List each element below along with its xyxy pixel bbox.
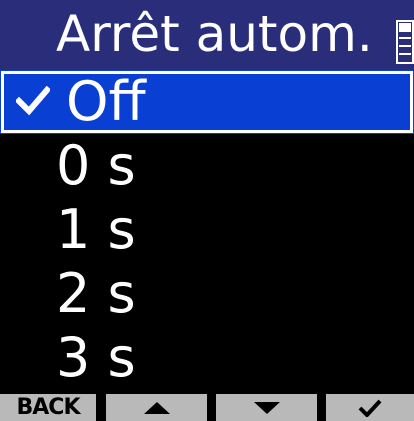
list-item-label: 2 s bbox=[56, 262, 136, 325]
list-item-label: Off bbox=[66, 70, 146, 133]
checkmark-icon bbox=[358, 399, 382, 417]
down-button[interactable] bbox=[216, 394, 317, 421]
up-button[interactable] bbox=[106, 394, 207, 421]
enter-button[interactable] bbox=[326, 394, 414, 421]
title-bar: Arrêt autom. bbox=[0, 0, 414, 70]
device-screen: Arrêt autom. Off 0 s 1 s 2 s 3 s BACK bbox=[0, 0, 414, 421]
list-item-1s[interactable]: 1 s bbox=[0, 198, 414, 262]
list-item-label: 1 s bbox=[56, 198, 136, 261]
list-item-0s[interactable]: 0 s bbox=[0, 134, 414, 198]
list-item-label: 3 s bbox=[56, 326, 136, 389]
scroll-indicator-icon bbox=[396, 20, 414, 64]
list-item-2s[interactable]: 2 s bbox=[0, 262, 414, 326]
page-title: Arrêt autom. bbox=[56, 5, 373, 63]
option-list: Off 0 s 1 s 2 s 3 s bbox=[0, 70, 414, 392]
list-item-off[interactable]: Off bbox=[0, 70, 414, 134]
softkey-bar: BACK bbox=[0, 394, 414, 421]
list-item-3s[interactable]: 3 s bbox=[0, 326, 414, 390]
list-item-label: 0 s bbox=[56, 134, 136, 197]
checkmark-icon bbox=[16, 86, 50, 116]
arrow-up-icon bbox=[143, 401, 170, 414]
back-button-label: BACK bbox=[16, 395, 81, 420]
arrow-down-icon bbox=[253, 401, 280, 414]
back-button[interactable]: BACK bbox=[0, 394, 96, 421]
